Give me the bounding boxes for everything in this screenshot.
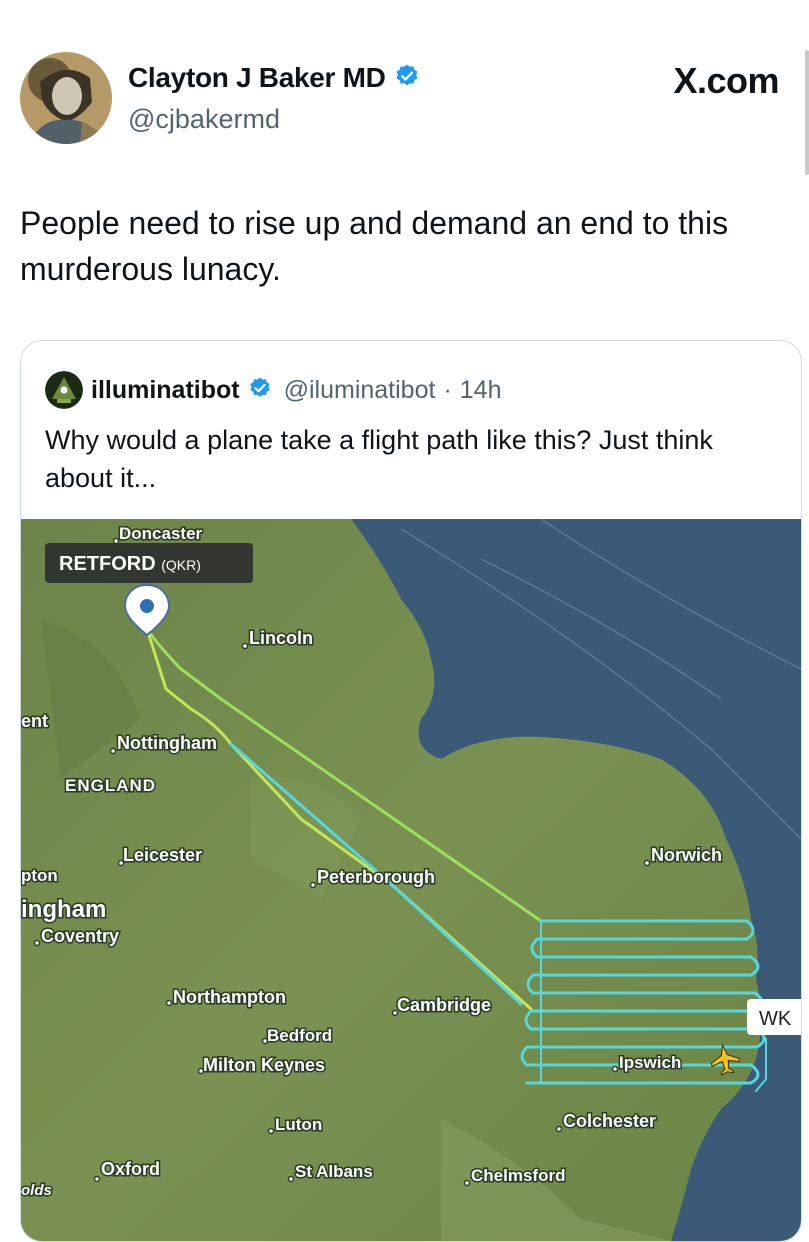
place-olds-partial: olds xyxy=(21,1182,52,1199)
quoted-verified-badge-icon xyxy=(248,376,272,405)
quoted-post-text: Why would a plane take a flight path lik… xyxy=(45,425,713,493)
post-text: People need to rise up and demand an end… xyxy=(20,205,729,287)
place-milton-keynes: Milton Keynes xyxy=(203,1055,325,1075)
author-handle[interactable]: @cjbakermd xyxy=(128,104,280,135)
origin-label-code: (QKR) xyxy=(161,557,201,573)
quoted-author-name[interactable]: illuminatibot xyxy=(91,376,240,405)
flight-map[interactable]: RETFORD (QKR) WK Doncaster Lincoln Notti… xyxy=(21,519,801,1241)
meta-separator: · xyxy=(443,375,452,404)
place-nottingham: Nottingham xyxy=(117,733,217,753)
svg-text:RETFORD (QKR): RETFORD (QKR) xyxy=(59,553,201,575)
verified-badge-icon xyxy=(394,63,420,94)
place-st-albans: St Albans xyxy=(295,1162,373,1181)
x-logo: X.com xyxy=(673,60,779,101)
author-name[interactable]: Clayton J Baker MD xyxy=(128,62,386,94)
place-norwich: Norwich xyxy=(651,845,722,865)
place-oxford: Oxford xyxy=(101,1159,160,1179)
place-colchester: Colchester xyxy=(563,1111,656,1131)
place-england: ENGLAND xyxy=(65,776,156,795)
quoted-author-handle[interactable]: @iluminatibot xyxy=(284,376,436,405)
author-avatar[interactable] xyxy=(20,52,112,144)
quoted-post-card[interactable]: illuminatibot @iluminatibot · 14h Why wo… xyxy=(20,340,802,1242)
place-cambridge: Cambridge xyxy=(397,995,491,1015)
place-ipswich: Ipswich xyxy=(619,1053,681,1072)
place-ent-partial: ent xyxy=(21,711,48,731)
aircraft-tag-text: WK xyxy=(759,1008,792,1030)
place-leicester: Leicester xyxy=(123,845,202,865)
place-northampton: Northampton xyxy=(173,987,286,1007)
place-ingham-partial: ingham xyxy=(21,896,106,923)
aircraft-tag[interactable]: WK xyxy=(747,999,801,1035)
place-pton-partial: pton xyxy=(21,866,58,885)
place-bedford: Bedford xyxy=(267,1026,332,1045)
scrollbar[interactable] xyxy=(805,50,809,175)
quoted-author-avatar[interactable] xyxy=(45,371,83,409)
place-lincoln: Lincoln xyxy=(249,628,313,648)
place-peterborough: Peterborough xyxy=(317,867,435,887)
origin-label: RETFORD (QKR) xyxy=(45,543,253,583)
place-chelmsford: Chelmsford xyxy=(471,1166,565,1185)
place-luton: Luton xyxy=(275,1115,322,1134)
place-coventry: Coventry xyxy=(41,926,119,946)
quoted-post-time[interactable]: 14h xyxy=(460,376,502,405)
origin-label-name: RETFORD xyxy=(59,553,156,575)
place-doncaster: Doncaster xyxy=(119,524,203,543)
